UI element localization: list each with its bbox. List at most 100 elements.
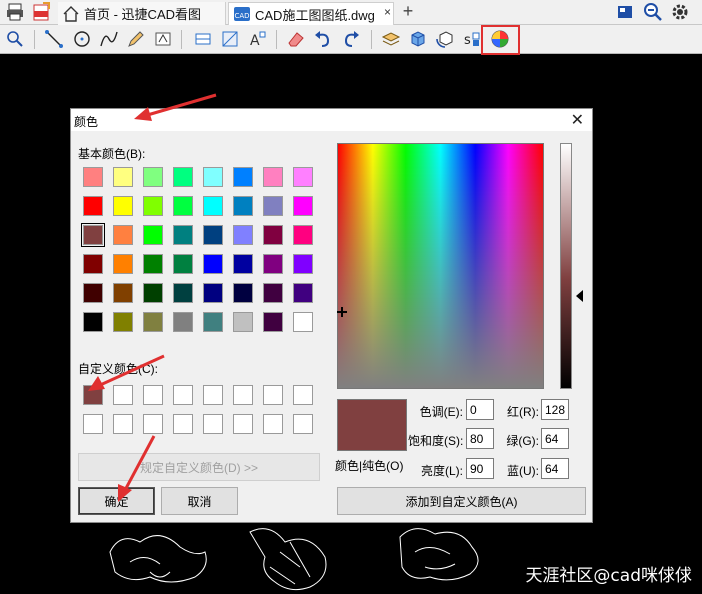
text-box-tool-icon[interactable]	[153, 29, 173, 49]
circle-tool-icon[interactable]	[72, 29, 92, 49]
print-icon[interactable]	[5, 2, 25, 22]
basic-color-swatch[interactable]	[233, 283, 253, 303]
basic-color-swatch[interactable]	[263, 254, 283, 274]
basic-color-swatch[interactable]	[293, 167, 313, 187]
basic-color-swatch[interactable]	[113, 254, 133, 274]
undo-icon[interactable]	[313, 29, 333, 49]
custom-color-swatch[interactable]	[113, 414, 133, 434]
basic-color-swatch[interactable]	[173, 312, 193, 332]
basic-color-swatch[interactable]	[233, 167, 253, 187]
basic-color-swatch[interactable]	[263, 167, 283, 187]
text-tool-icon[interactable]: A	[247, 29, 267, 49]
export-pdf-icon[interactable]	[31, 2, 51, 22]
basic-color-swatch[interactable]	[203, 225, 223, 245]
basic-color-swatch[interactable]	[143, 312, 163, 332]
tab-close-icon[interactable]: ×	[384, 5, 391, 19]
basic-color-swatch[interactable]	[233, 312, 253, 332]
color-spectrum[interactable]	[337, 143, 544, 389]
blue-input[interactable]: 64	[541, 458, 569, 479]
custom-color-swatch[interactable]	[233, 385, 253, 405]
custom-color-swatch[interactable]	[233, 414, 253, 434]
basic-color-swatch[interactable]	[203, 254, 223, 274]
zoom-search-icon[interactable]	[5, 29, 25, 49]
rotate-view-icon[interactable]	[435, 29, 455, 49]
layout-icon[interactable]	[615, 2, 635, 22]
basic-color-swatch[interactable]	[81, 223, 105, 247]
basic-color-swatch[interactable]	[83, 196, 103, 216]
redo-icon[interactable]	[341, 29, 361, 49]
custom-color-swatch[interactable]	[293, 385, 313, 405]
basic-color-swatch[interactable]	[113, 167, 133, 187]
layers-icon[interactable]	[381, 29, 401, 49]
basic-color-swatch[interactable]	[143, 167, 163, 187]
basic-color-swatch[interactable]	[263, 283, 283, 303]
measure-icon[interactable]	[193, 29, 213, 49]
custom-color-swatch[interactable]	[173, 385, 193, 405]
basic-color-swatch[interactable]	[173, 254, 193, 274]
basic-color-swatch[interactable]	[143, 283, 163, 303]
basic-color-swatch[interactable]	[203, 283, 223, 303]
basic-color-swatch[interactable]	[293, 225, 313, 245]
snap-icon[interactable]: s	[462, 29, 482, 49]
basic-color-swatch[interactable]	[203, 196, 223, 216]
basic-color-swatch[interactable]	[203, 167, 223, 187]
luminance-input[interactable]: 90	[466, 458, 494, 479]
custom-color-swatch[interactable]	[263, 414, 283, 434]
custom-color-swatch[interactable]	[203, 385, 223, 405]
polyline-tool-icon[interactable]	[99, 29, 119, 49]
area-icon[interactable]	[220, 29, 240, 49]
custom-color-swatch[interactable]	[173, 414, 193, 434]
basic-color-swatch[interactable]	[173, 167, 193, 187]
svg-text:s: s	[464, 33, 471, 48]
custom-color-swatch[interactable]	[83, 414, 103, 434]
saturation-input[interactable]: 80	[466, 428, 494, 449]
basic-color-swatch[interactable]	[113, 225, 133, 245]
green-input[interactable]: 64	[541, 428, 569, 449]
basic-color-swatch[interactable]	[293, 254, 313, 274]
basic-color-swatch[interactable]	[173, 196, 193, 216]
basic-color-swatch[interactable]	[143, 196, 163, 216]
tab-cad-file[interactable]: CAD CAD施工图图纸.dwg ×	[228, 2, 394, 25]
basic-color-swatch[interactable]	[113, 312, 133, 332]
cancel-button[interactable]: 取消	[161, 487, 238, 515]
basic-color-swatch[interactable]	[173, 225, 193, 245]
hue-input[interactable]: 0	[466, 399, 494, 420]
new-tab-button[interactable]: +	[398, 1, 418, 22]
gear-icon[interactable]	[670, 2, 690, 22]
pencil-tool-icon[interactable]	[126, 29, 146, 49]
custom-color-swatch[interactable]	[263, 385, 283, 405]
custom-color-swatch[interactable]	[143, 414, 163, 434]
add-to-custom-colors-button[interactable]: 添加到自定义颜色(A)	[337, 487, 586, 515]
basic-color-swatch[interactable]	[233, 196, 253, 216]
basic-color-swatch[interactable]	[263, 225, 283, 245]
close-icon[interactable]: ✕	[571, 110, 584, 130]
basic-color-swatch[interactable]	[113, 283, 133, 303]
basic-color-swatch[interactable]	[233, 225, 253, 245]
basic-color-swatch[interactable]	[173, 283, 193, 303]
line-tool-icon[interactable]	[44, 29, 64, 49]
tab-home[interactable]: 首页 - 迅捷CAD看图	[58, 2, 226, 25]
basic-color-swatch[interactable]	[83, 312, 103, 332]
basic-color-swatch[interactable]	[293, 283, 313, 303]
basic-color-swatch[interactable]	[83, 167, 103, 187]
zoom-out-icon[interactable]	[643, 2, 663, 22]
custom-color-swatch[interactable]	[293, 414, 313, 434]
luminance-arrow-icon[interactable]	[576, 290, 583, 302]
basic-color-swatch[interactable]	[113, 196, 133, 216]
eraser-icon[interactable]	[286, 29, 306, 49]
basic-color-swatch[interactable]	[203, 312, 223, 332]
basic-color-swatch[interactable]	[143, 225, 163, 245]
luminance-slider[interactable]	[560, 143, 572, 389]
custom-color-swatch[interactable]	[203, 414, 223, 434]
red-input[interactable]: 128	[541, 399, 569, 420]
basic-color-swatch[interactable]	[263, 196, 283, 216]
basic-color-swatch[interactable]	[263, 312, 283, 332]
basic-color-swatch[interactable]	[83, 283, 103, 303]
basic-color-swatch[interactable]	[293, 196, 313, 216]
3d-box-icon[interactable]	[408, 29, 428, 49]
color-tool-highlight	[481, 25, 520, 55]
basic-color-swatch[interactable]	[233, 254, 253, 274]
basic-color-swatch[interactable]	[293, 312, 313, 332]
basic-color-swatch[interactable]	[143, 254, 163, 274]
basic-color-swatch[interactable]	[83, 254, 103, 274]
